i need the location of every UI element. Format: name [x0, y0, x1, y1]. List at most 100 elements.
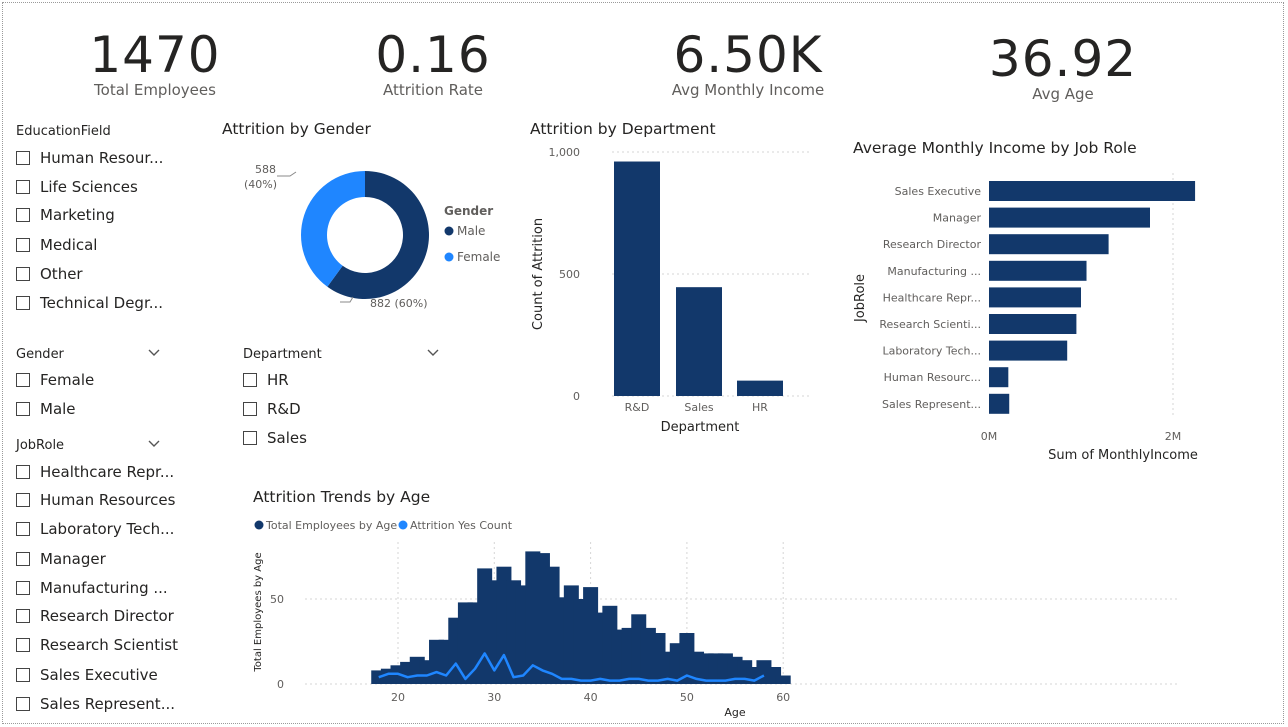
- checkbox[interactable]: [16, 402, 30, 416]
- chart-title-department: Attrition by Department: [530, 120, 716, 138]
- checkbox[interactable]: [16, 238, 30, 252]
- checkbox[interactable]: [16, 180, 30, 194]
- checkbox[interactable]: [16, 552, 30, 566]
- slicer-title-gender: Gender: [16, 347, 64, 362]
- slicer-item-label: R&D: [267, 400, 301, 418]
- bar-r&d: [614, 161, 660, 396]
- slicer-item-label: Manufacturing ...: [40, 579, 168, 597]
- checkbox[interactable]: [16, 581, 30, 595]
- slicer-item-label: Marketing: [40, 206, 115, 224]
- y-tick-label: 0: [277, 678, 284, 691]
- slicer-item[interactable]: Manager: [16, 550, 106, 568]
- bar-hr: [737, 380, 783, 396]
- slicer-item-label: Laboratory Tech...: [40, 520, 175, 538]
- kpi-total-employees: 1470 Total Employees: [80, 27, 230, 99]
- chevron-down-icon[interactable]: [148, 440, 160, 448]
- slicer-item[interactable]: Sales Executive: [16, 666, 158, 684]
- slicer-item[interactable]: Human Resources: [16, 491, 175, 509]
- x-tick-label: 60: [776, 691, 790, 704]
- donut-slice-female: [301, 171, 365, 287]
- data-label-female-pct: (40%): [244, 178, 277, 191]
- legend-title: Gender: [444, 204, 493, 218]
- checkbox[interactable]: [16, 697, 30, 711]
- slicer-item[interactable]: Research Director: [16, 607, 174, 625]
- slicer-item[interactable]: R&D: [243, 400, 301, 418]
- y-tick-label: 50: [270, 593, 284, 606]
- leader-line: [340, 296, 354, 303]
- checkbox[interactable]: [16, 493, 30, 507]
- legend-label-female: Female: [457, 250, 500, 264]
- slicer-item[interactable]: Medical: [16, 236, 97, 254]
- slicer-item[interactable]: Marketing: [16, 206, 115, 224]
- chevron-down-icon[interactable]: [148, 349, 160, 357]
- legend-marker-attrition: [398, 520, 408, 530]
- kpi-attrition-rate: 0.16 Attrition Rate: [358, 27, 508, 99]
- slicer-item-label: Medical: [40, 236, 98, 254]
- x-axis-title: Age: [724, 706, 746, 719]
- chart-title-gender: Attrition by Gender: [222, 120, 371, 138]
- checkbox[interactable]: [16, 609, 30, 623]
- checkbox[interactable]: [16, 208, 30, 222]
- checkbox[interactable]: [16, 267, 30, 281]
- checkbox[interactable]: [16, 668, 30, 682]
- donut-chart-gender: 882 (60%) 588 (40%) Gender Male Female: [244, 163, 500, 310]
- x-tick-label: Sales: [684, 401, 714, 414]
- slicer-item-label: Female: [40, 371, 95, 389]
- slicer-item-label: Sales Represent...: [40, 695, 175, 713]
- slicer-item-label: Sales Executive: [40, 666, 158, 684]
- slicer-item[interactable]: Male: [16, 400, 76, 418]
- slicer-item-label: Life Sciences: [40, 178, 138, 196]
- x-tick-label: 30: [487, 691, 501, 704]
- slicer-item-label: Manager: [40, 550, 106, 568]
- slicer-item[interactable]: HR: [243, 371, 289, 389]
- slicer-item-label: Sales: [267, 429, 307, 447]
- slicer-item-label: HR: [267, 371, 289, 389]
- data-label-female: 588: [255, 163, 276, 176]
- slicer-title-department: Department: [243, 347, 322, 362]
- y-tick-label: Laboratory Tech...: [882, 345, 981, 358]
- slicer-item[interactable]: Other: [16, 265, 83, 283]
- x-tick-label: 0M: [981, 430, 998, 443]
- slicer-item[interactable]: Human Resour...: [16, 149, 163, 167]
- slicer-item[interactable]: Laboratory Tech...: [16, 520, 174, 538]
- y-tick-label: 500: [559, 268, 580, 281]
- checkbox[interactable]: [16, 373, 30, 387]
- bar-jobrole: [989, 181, 1196, 201]
- bar-sales: [676, 287, 722, 396]
- checkbox[interactable]: [243, 373, 257, 387]
- chevron-down-icon[interactable]: [427, 349, 439, 357]
- slicer-item[interactable]: Research Scientist: [16, 636, 178, 654]
- x-tick-label: 20: [391, 691, 405, 704]
- slicer-item-label: Other: [40, 265, 83, 283]
- slicer-item[interactable]: Sales Represent...: [16, 695, 175, 713]
- slicer-item[interactable]: Life Sciences: [16, 178, 138, 196]
- bar-jobrole: [989, 207, 1150, 228]
- kpi-value: 0.16: [375, 26, 491, 84]
- checkbox[interactable]: [16, 522, 30, 536]
- bar-chart-jobrole: Sales Executive Manager Research Director M…: [853, 173, 1198, 463]
- checkbox[interactable]: [16, 151, 30, 165]
- checkbox[interactable]: [243, 402, 257, 416]
- bar-jobrole: [989, 314, 1077, 334]
- bar-age: [775, 675, 791, 684]
- checkbox[interactable]: [16, 296, 30, 310]
- slicer-item[interactable]: Female: [16, 371, 94, 389]
- bar-jobrole: [989, 260, 1087, 281]
- kpi-avg-monthly-income: 6.50K Avg Monthly Income: [658, 27, 838, 99]
- x-tick-label: R&D: [625, 401, 650, 414]
- slicer-item[interactable]: Manufacturing ...: [16, 579, 168, 597]
- bar-jobrole: [989, 367, 1009, 388]
- slicer-item[interactable]: Sales: [243, 429, 307, 447]
- checkbox[interactable]: [16, 638, 30, 652]
- leader-line: [277, 171, 297, 177]
- y-tick-label: Sales Executive: [895, 185, 982, 198]
- slicer-title-educationfield: EducationField: [16, 124, 111, 139]
- x-tick-label: 50: [680, 691, 694, 704]
- slicer-item[interactable]: Technical Degr...: [16, 294, 163, 312]
- slicer-item-label: Human Resources: [40, 491, 176, 509]
- checkbox[interactable]: [16, 465, 30, 479]
- checkbox[interactable]: [243, 431, 257, 445]
- y-tick-label: Healthcare Repr...: [883, 291, 981, 304]
- slicer-item[interactable]: Healthcare Repr...: [16, 463, 174, 481]
- slicer-item-label: Research Director: [40, 607, 174, 625]
